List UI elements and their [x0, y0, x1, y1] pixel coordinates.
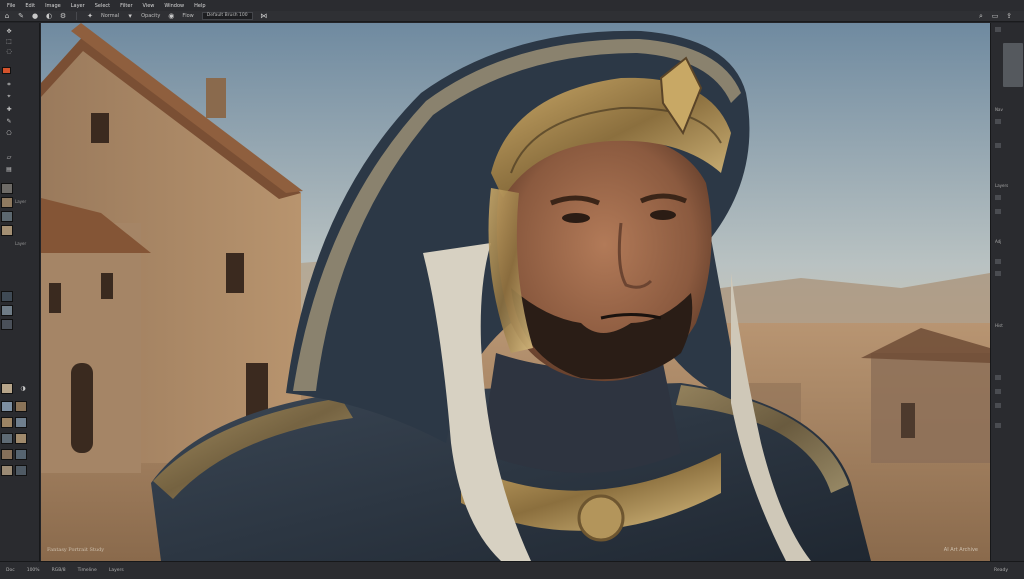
options-bar: ⌂ ✎ ● ◐ ⚙ ✦ Normal ▾ Opacity ◉ Flow Defa… [0, 11, 1024, 22]
brush-preset-field[interactable]: Default Brush 100 [201, 12, 253, 20]
panel-button[interactable] [995, 375, 1001, 380]
marquee-tool-icon[interactable]: ⬚ [2, 37, 16, 45]
swatch-thumbnail[interactable] [15, 433, 27, 444]
panel-label: Hist [995, 323, 1003, 328]
tools-panel: ✥ ⬚ ◌ ⌗ ⌖ ✚ ✎ ⎔ ▱ ▤ Layer Layer ◑ [0, 23, 40, 561]
swatch-thumbnail[interactable] [15, 417, 27, 428]
mode-label[interactable]: Normal [97, 13, 123, 19]
menu-select[interactable]: Select [90, 3, 115, 9]
flow-label: Flow [182, 13, 194, 19]
layer-thumbnail[interactable] [1, 319, 13, 330]
panel-button[interactable] [995, 119, 1001, 124]
panel-label: Adj [995, 239, 1002, 244]
status-doc[interactable]: Doc [0, 568, 21, 573]
lasso-tool-icon[interactable]: ◌ [2, 47, 16, 55]
eyedropper-tool-icon[interactable]: ⌖ [2, 93, 16, 101]
status-ready: Ready [994, 568, 1008, 573]
watermark-right: AI Art Archive [943, 547, 978, 553]
home-icon[interactable]: ⌂ [2, 12, 12, 20]
share-icon[interactable]: ⇪ [1004, 12, 1014, 20]
right-panel: Nav Layers Adj Hist [990, 23, 1024, 561]
gear-icon[interactable]: ⚙ [58, 12, 68, 20]
swatch-thumbnail[interactable] [1, 383, 13, 394]
swatch-thumbnail[interactable] [1, 449, 13, 460]
layer-thumbnail[interactable] [1, 211, 13, 222]
menu-window[interactable]: Window [159, 3, 189, 9]
layer-label: Layer [15, 199, 27, 204]
menu-filter[interactable]: Filter [115, 3, 137, 9]
options-right-group: ⌕ ▭ ⇪ [974, 12, 1016, 20]
swatch-thumbnail[interactable] [15, 401, 27, 412]
layer-thumbnail[interactable] [1, 225, 13, 236]
brush-tool-icon[interactable]: ✎ [2, 117, 16, 125]
panel-button[interactable] [995, 403, 1001, 408]
menu-image[interactable]: Image [40, 3, 66, 9]
menu-view[interactable]: View [138, 3, 160, 9]
panel-button[interactable] [995, 259, 1001, 264]
eraser-tool-icon[interactable]: ▱ [2, 153, 16, 161]
swatch-thumbnail[interactable] [15, 449, 27, 460]
gradient-tool-icon[interactable]: ▤ [2, 165, 16, 173]
status-timeline[interactable]: Timeline [72, 568, 103, 573]
opacity-label: Opacity [141, 13, 161, 19]
status-zoom[interactable]: 100% [21, 568, 46, 573]
adjust-icon[interactable]: ◑ [16, 384, 30, 392]
status-bar: Doc 100% RGB/8 Timeline Layers Ready [0, 561, 1024, 579]
swatch-thumbnail[interactable] [1, 433, 13, 444]
panel-button[interactable] [995, 423, 1001, 428]
panel-label: Nav [995, 107, 1003, 112]
panel-label: Layers [995, 183, 1009, 188]
status-layers[interactable]: Layers [103, 568, 130, 573]
watermark-left: Fantasy Portrait Study [47, 547, 105, 553]
swatch-thumbnail[interactable] [15, 465, 27, 476]
stamp-tool-icon[interactable]: ⎔ [2, 129, 16, 137]
airbrush-icon[interactable]: ✦ [85, 12, 95, 20]
collapse-panel-icon[interactable] [995, 27, 1001, 32]
image-canvas[interactable]: Fantasy Portrait Study AI Art Archive [41, 23, 990, 561]
swatch-thumbnail[interactable] [1, 465, 13, 476]
navigator-preview[interactable] [1003, 43, 1023, 87]
pressure-icon[interactable]: ◉ [166, 12, 176, 20]
layer-thumbnail[interactable] [1, 183, 13, 194]
panel-button[interactable] [995, 389, 1001, 394]
menu-file[interactable]: File [2, 3, 20, 9]
search-icon[interactable]: ⌕ [976, 12, 986, 20]
brush-icon[interactable]: ✎ [16, 12, 26, 20]
photo-editor-window: File Edit Image Layer Select Filter View… [0, 0, 1024, 579]
layer-label: Layer [15, 241, 27, 246]
heal-tool-icon[interactable]: ✚ [2, 105, 16, 113]
chevron-down-icon[interactable]: ▾ [125, 12, 135, 20]
brush-size-icon[interactable]: ● [30, 12, 40, 20]
menu-edit[interactable]: Edit [20, 3, 40, 9]
panel-button[interactable] [995, 209, 1001, 214]
layer-thumbnail[interactable] [1, 305, 13, 316]
workspace-icon[interactable]: ▭ [990, 12, 1000, 20]
panel-button[interactable] [995, 195, 1001, 200]
move-tool-icon[interactable]: ✥ [2, 27, 16, 35]
status-mode: RGB/8 [51, 568, 66, 573]
layer-thumbnail[interactable] [1, 291, 13, 302]
panel-button[interactable] [995, 271, 1001, 276]
mode-toggle-icon[interactable]: ◐ [44, 12, 54, 20]
symmetry-icon[interactable]: ⋈ [259, 12, 269, 20]
layer-thumbnail[interactable] [1, 197, 13, 208]
crop-tool-icon[interactable]: ⌗ [2, 81, 16, 89]
swatch-thumbnail[interactable] [1, 401, 13, 412]
separator [76, 12, 77, 20]
menu-help[interactable]: Help [189, 3, 210, 9]
menu-bar: File Edit Image Layer Select Filter View… [0, 0, 1024, 11]
panel-button[interactable] [995, 143, 1001, 148]
foreground-color-swatch[interactable] [2, 67, 11, 74]
swatch-thumbnail[interactable] [1, 417, 13, 428]
portrait-artwork [41, 23, 990, 561]
menu-layer[interactable]: Layer [66, 3, 90, 9]
